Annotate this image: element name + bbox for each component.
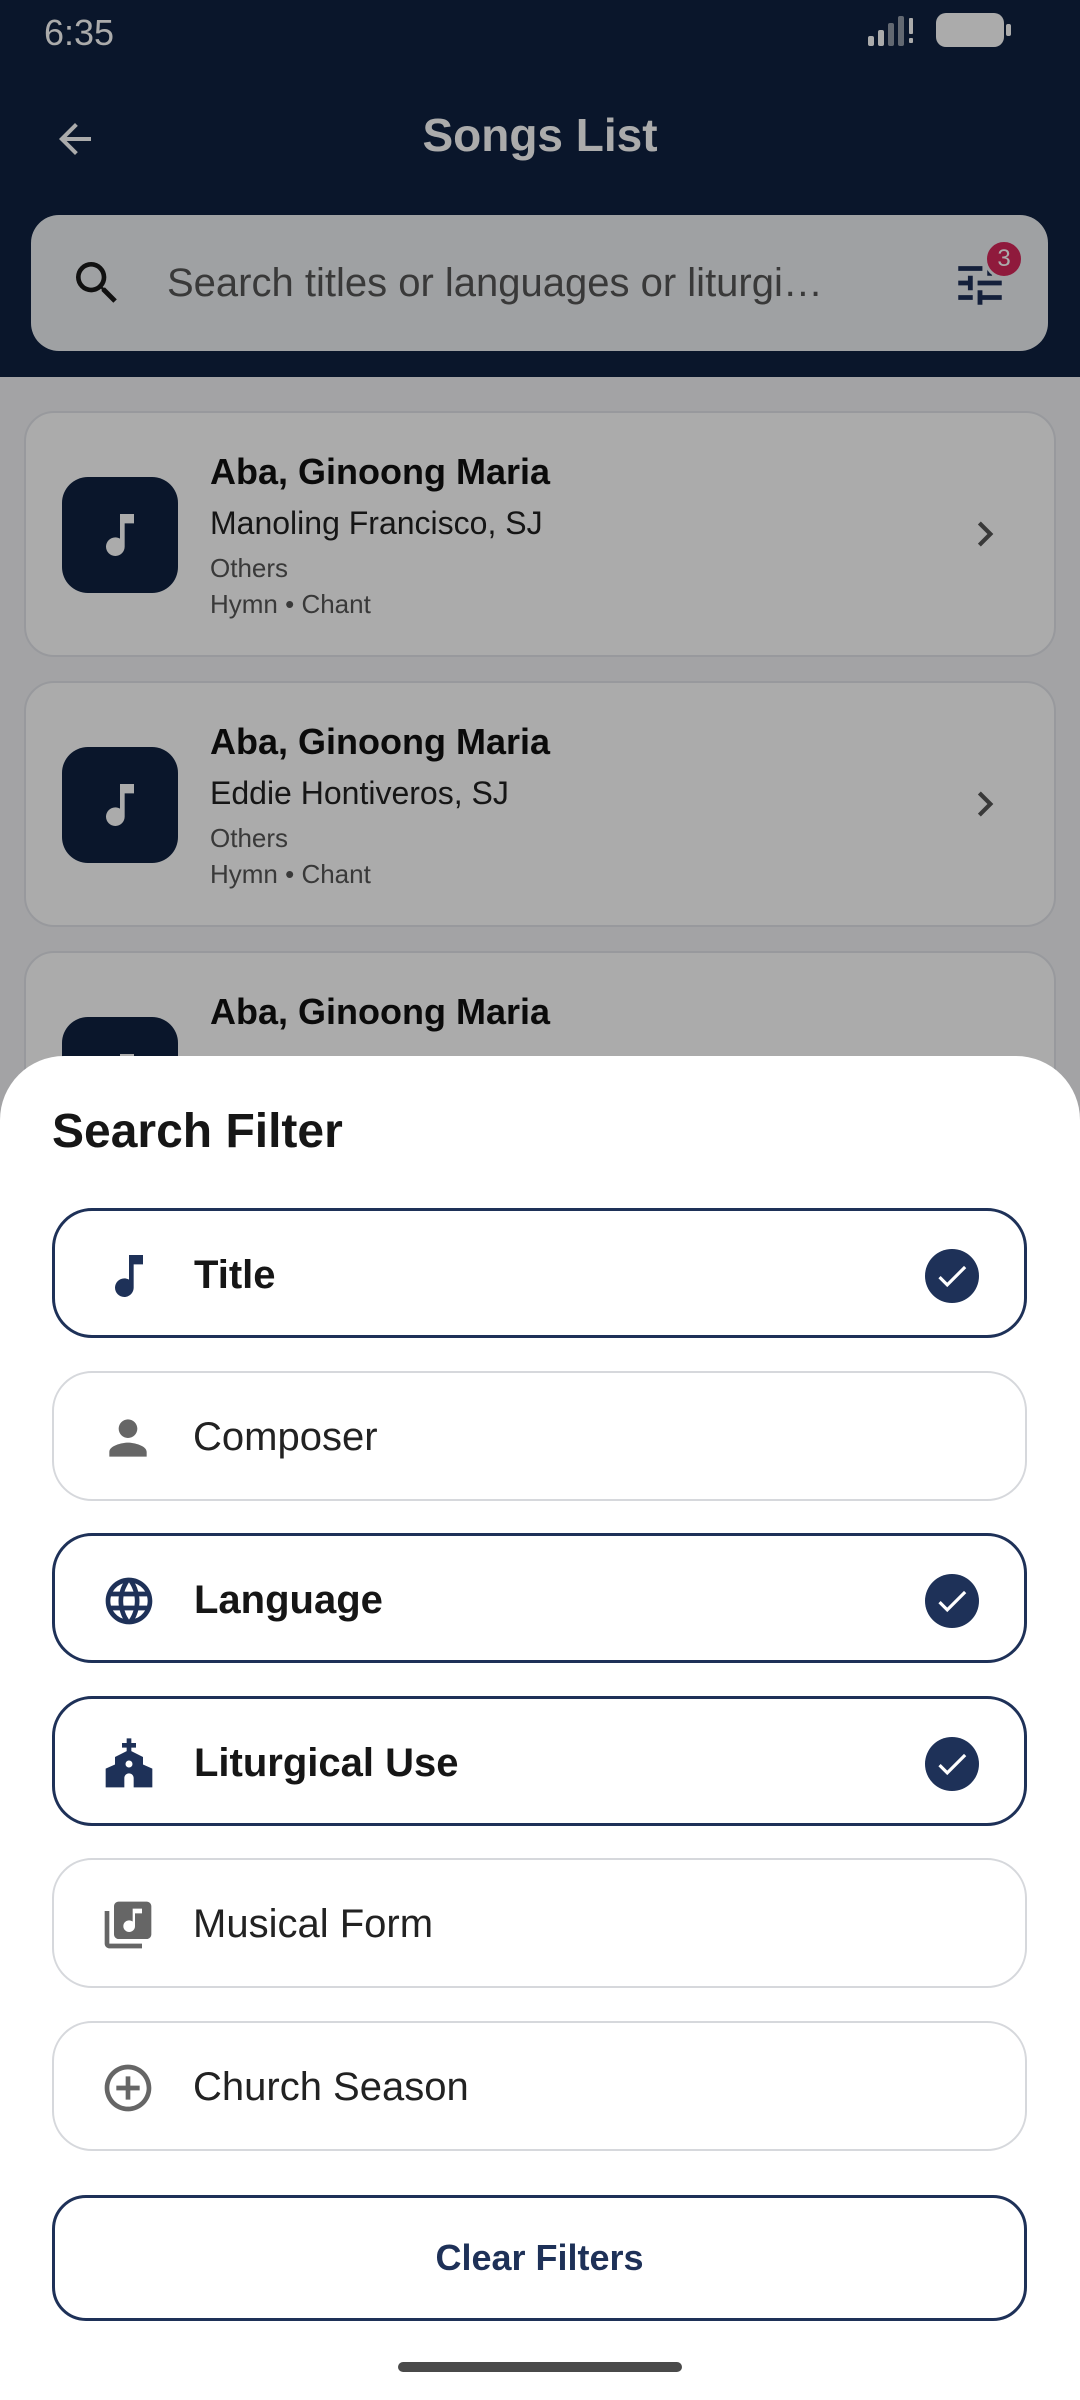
filter-option-musical-form[interactable]: Musical Form <box>52 1858 1027 1988</box>
filter-option-church-season[interactable]: Church Season <box>52 2021 1027 2151</box>
filter-option-label: Musical Form <box>193 1902 434 1946</box>
check-circle-icon <box>925 1249 979 1303</box>
person-icon <box>100 1410 156 1466</box>
filter-option-liturgical-use[interactable]: Liturgical Use <box>52 1696 1027 1826</box>
clear-filters-button[interactable]: Clear Filters <box>52 2195 1027 2321</box>
filter-option-composer[interactable]: Composer <box>52 1371 1027 1501</box>
home-indicator[interactable] <box>398 2362 682 2372</box>
check-circle-icon <box>925 1737 979 1791</box>
music-library-icon <box>100 1897 156 1953</box>
search-filter-sheet: Search Filter Title Composer Language Li… <box>0 1056 1080 2400</box>
filter-option-language[interactable]: Language <box>52 1533 1027 1663</box>
filter-option-label: Title <box>194 1253 276 1297</box>
filter-option-label: Church Season <box>193 2065 469 2109</box>
filter-option-title[interactable]: Title <box>52 1208 1027 1338</box>
church-icon <box>101 1736 157 1792</box>
filter-option-label: Liturgical Use <box>194 1741 459 1785</box>
add-circle-icon <box>100 2060 156 2116</box>
filter-option-label: Language <box>194 1578 383 1622</box>
globe-icon <box>101 1573 157 1629</box>
check-circle-icon <box>925 1574 979 1628</box>
music-note-icon <box>101 1248 157 1304</box>
filter-option-label: Composer <box>193 1415 378 1459</box>
sheet-title: Search Filter <box>52 1105 343 1158</box>
